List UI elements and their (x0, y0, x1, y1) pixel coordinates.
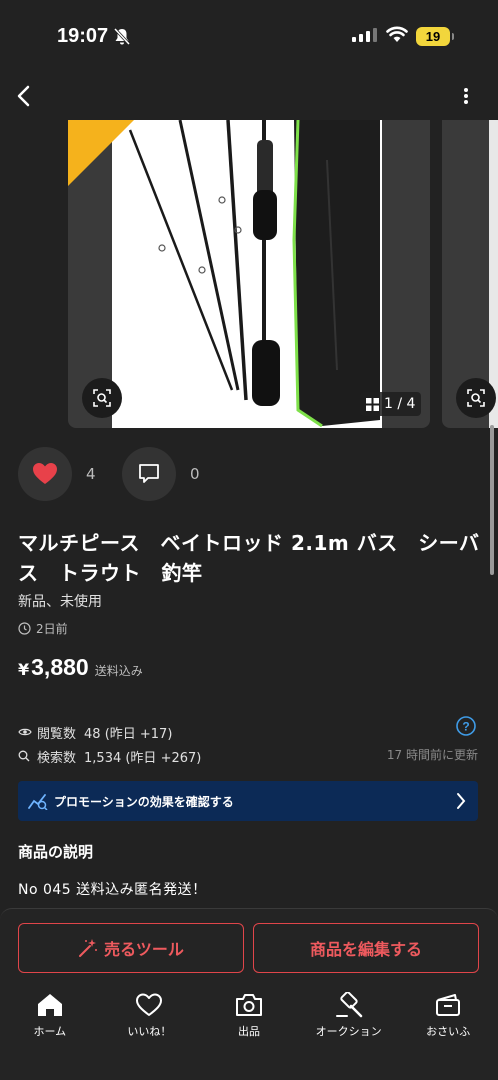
tab-wallet-label: おさいふ (426, 1025, 471, 1038)
status-time: 19:07 (57, 25, 109, 47)
signal-icon (352, 28, 377, 42)
bottom-tab-bar: ホーム いいね！ 出品 オークション おさいふ (0, 991, 498, 1051)
home-icon (37, 994, 62, 1016)
wifi-icon (386, 26, 408, 42)
views-value: 48 (昨日 +17) (84, 726, 173, 742)
tab-likes[interactable]: いいね！ (100, 991, 200, 1051)
svg-text:?: ? (462, 720, 469, 734)
page-indicator-text: 1 / 4 (384, 396, 416, 412)
heart-icon (33, 463, 57, 484)
back-arrow-icon[interactable] (14, 84, 34, 108)
item-price: 3,880 (31, 654, 89, 680)
next-photo-preview (489, 120, 498, 428)
comment-count: 0 (190, 465, 200, 483)
updated-time: 17 時間前に更新 (386, 748, 478, 762)
views-stat: 閲覧数 48 (昨日 +17) (18, 720, 478, 744)
bell-off-icon (114, 28, 130, 46)
item-stats: 閲覧数 48 (昨日 +17) 検索数 1,534 (昨日 +267) ? 17… (18, 716, 478, 768)
status-bar: 19:07 19 (0, 0, 498, 74)
sell-tool-label: 売るツール (104, 940, 184, 959)
description-text: No 045 送料込み匿名発送！ (18, 882, 207, 898)
tab-auction-label: オークション (315, 1025, 382, 1038)
promotion-label: プロモーションの効果を確認する (54, 794, 234, 809)
search-icon (18, 750, 30, 762)
grid-icon (366, 397, 379, 411)
photo-background (112, 120, 382, 428)
tab-sell[interactable]: 出品 (199, 991, 299, 1051)
page-indicator: 1 / 4 (360, 392, 422, 416)
heart-outline-icon (136, 993, 163, 1016)
tab-home[interactable]: ホーム (0, 991, 100, 1051)
tab-likes-label: いいね！ (127, 1025, 172, 1038)
comment-icon (139, 464, 159, 483)
fishing-rod-illustration (128, 120, 380, 428)
item-title: マルチピース ベイトロッド 2.1m バス シーバス トラウト 釣竿 (18, 531, 480, 585)
eye-icon (18, 728, 32, 736)
price-row: ¥ 3,880 送料込み (18, 654, 143, 681)
edit-item-label: 商品を編集する (309, 940, 422, 959)
posted-time-text: 2日前 (36, 622, 68, 636)
currency-symbol: ¥ (18, 660, 30, 679)
posted-time: 2日前 (18, 620, 68, 637)
zoom-search-icon (93, 389, 111, 407)
battery-indicator: 19 (416, 27, 454, 46)
shipping-note: 送料込み (94, 664, 143, 678)
like-count: 4 (86, 465, 96, 483)
tab-wallet[interactable]: おさいふ (398, 991, 498, 1051)
tab-home-label: ホーム (33, 1025, 67, 1038)
edit-item-button[interactable]: 商品を編集する (253, 923, 479, 973)
image-gallery[interactable]: 1 / 4 (0, 120, 498, 428)
sell-tool-button[interactable]: 売るツール (18, 923, 244, 973)
comment-button[interactable] (122, 447, 176, 501)
zoom-button-next[interactable] (456, 378, 496, 418)
wallet-icon (436, 994, 461, 1016)
camera-icon (235, 994, 262, 1016)
engagement-row: 4 0 (18, 446, 226, 502)
views-label: 閲覧数 (37, 726, 77, 742)
chevron-right-icon (457, 793, 466, 809)
gavel-icon (335, 992, 362, 1018)
description-heading: 商品の説明 (18, 843, 94, 861)
promotion-banner[interactable]: プロモーションの効果を確認する (18, 781, 478, 821)
scrollbar[interactable] (490, 425, 494, 575)
help-icon[interactable]: ? (456, 716, 476, 736)
tab-sell-label: 出品 (237, 1025, 260, 1038)
like-button[interactable] (18, 447, 72, 501)
corner-badge (68, 120, 134, 186)
next-photo[interactable] (442, 120, 498, 428)
clock-icon (18, 622, 31, 635)
zoom-search-icon (467, 389, 485, 407)
bottom-action-panel: 売るツール 商品を編集する ホーム いいね！ 出品 オークション おさいふ (0, 908, 498, 1080)
search-label: 検索数 (37, 750, 77, 766)
product-photo[interactable]: 1 / 4 (68, 120, 430, 428)
chart-trend-icon (28, 794, 48, 810)
more-options-icon[interactable] (458, 85, 474, 107)
search-value: 1,534 (昨日 +267) (84, 750, 202, 766)
item-condition: 新品、未使用 (18, 594, 102, 610)
zoom-button[interactable] (82, 378, 122, 418)
magic-wand-icon (79, 939, 98, 957)
tab-auction[interactable]: オークション (299, 991, 399, 1051)
